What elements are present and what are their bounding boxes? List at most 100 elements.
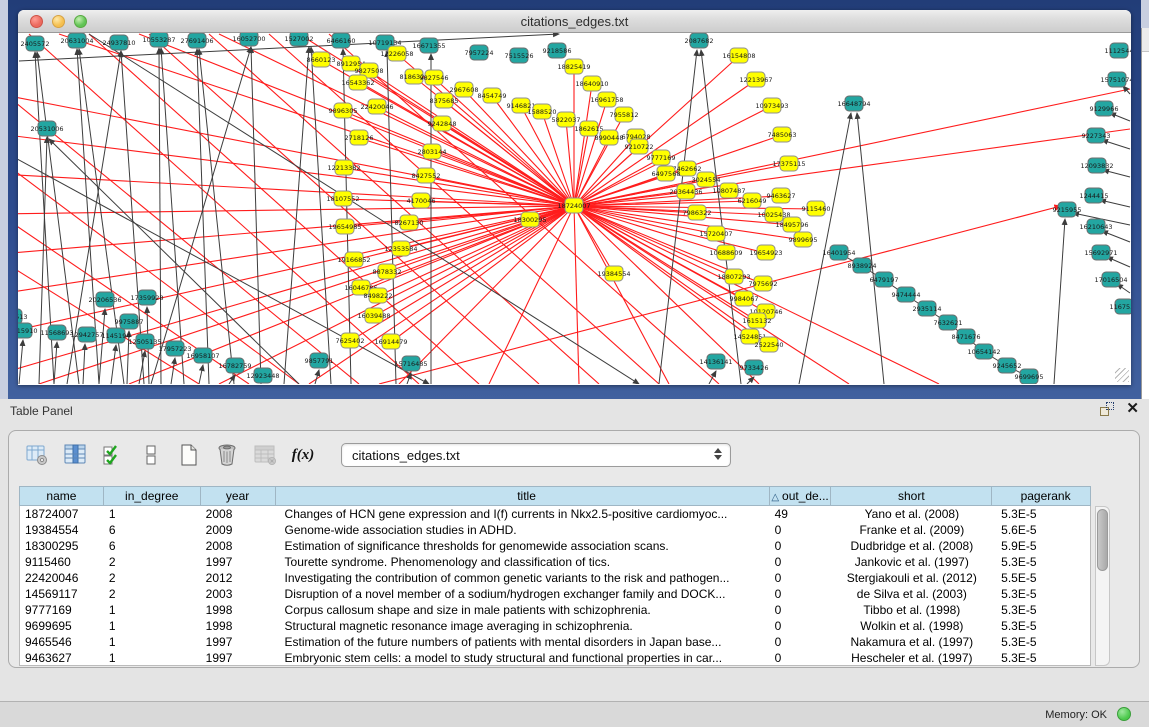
delete-column-button[interactable] xyxy=(213,441,241,469)
graph-node[interactable]: 8471676 xyxy=(952,329,981,344)
graph-node[interactable]: 16052700 xyxy=(232,33,265,46)
window-titlebar[interactable]: citations_edges.txt xyxy=(18,10,1131,33)
table-selector-combobox[interactable]: citations_edges.txt xyxy=(341,443,731,467)
graph-node[interactable]: 12923448 xyxy=(246,368,279,383)
graph-node[interactable]: 1145194 xyxy=(102,328,131,343)
graph-node[interactable]: 20631004 xyxy=(60,33,93,48)
graph-node[interactable]: 9899695 xyxy=(789,232,818,247)
graph-node[interactable]: 8454749 xyxy=(478,88,507,103)
table-row[interactable]: 946554611997Estimation of the future num… xyxy=(20,634,1090,650)
graph-node[interactable]: 20531006 xyxy=(30,121,63,136)
vertical-scrollbar[interactable] xyxy=(1095,506,1110,666)
graph-node[interactable]: 7955812 xyxy=(610,107,639,122)
graph-node[interactable]: 11568693 xyxy=(40,325,73,340)
column-header-out-degree[interactable]: △out_de... xyxy=(770,487,832,505)
graph-node[interactable]: 19654923 xyxy=(749,245,782,260)
graph-node[interactable]: 9699695 xyxy=(1015,369,1044,384)
graph-node[interactable]: 7485063 xyxy=(768,127,797,142)
graph-node[interactable]: 9218586 xyxy=(543,43,572,58)
graph-node[interactable]: 9115460 xyxy=(802,201,831,216)
graph-node[interactable]: 9215955 xyxy=(1053,202,1082,217)
select-all-button[interactable] xyxy=(99,441,127,469)
column-header-name[interactable]: name xyxy=(20,487,104,505)
table-row[interactable]: 1456911722003Disruption of a novel membe… xyxy=(20,586,1090,602)
network-canvas[interactable]: 2405572206310042493781010553287276914061… xyxy=(18,33,1131,384)
column-header-year[interactable]: year xyxy=(201,487,276,505)
graph-node[interactable]: 15692971 xyxy=(1084,245,1117,260)
graph-node[interactable]: 12505135 xyxy=(128,334,161,349)
network-canvas-svg[interactable]: 2405572206310042493781010553287276914061… xyxy=(18,33,1131,384)
graph-node[interactable]: 2935114 xyxy=(913,301,942,316)
graph-node[interactable]: 1527002 xyxy=(285,33,314,46)
graph-node[interactable]: 8427552 xyxy=(412,168,441,183)
graph-node[interactable]: 18825419 xyxy=(557,59,590,74)
graph-node[interactable]: 3915910 xyxy=(18,323,37,338)
table-row[interactable]: 969969511998Structural magnetic resonanc… xyxy=(20,618,1090,634)
graph-node[interactable]: 14136141 xyxy=(699,354,732,369)
graph-node[interactable]: 12093832 xyxy=(1080,158,1113,173)
graph-node[interactable]: 16154808 xyxy=(722,48,755,63)
table-row[interactable]: 2242004622012Investigating the contribut… xyxy=(20,570,1090,586)
graph-node[interactable]: 9474444 xyxy=(892,287,921,302)
table-row[interactable]: 1830029562008Estimation of significance … xyxy=(20,538,1090,554)
resize-grip-icon[interactable] xyxy=(1115,368,1129,382)
graph-node[interactable]: 17016504 xyxy=(1094,272,1127,287)
graph-node[interactable]: 9463627 xyxy=(767,188,796,203)
graph-node[interactable]: 8267130 xyxy=(395,215,424,230)
column-header-pagerank[interactable]: pagerank xyxy=(992,487,1090,505)
graph-node[interactable]: 1167533 xyxy=(1110,299,1131,314)
graph-node[interactable]: 19166852 xyxy=(337,252,370,267)
table-settings-button[interactable] xyxy=(23,441,51,469)
delete-table-button-disabled[interactable] xyxy=(251,441,279,469)
graph-node[interactable]: 9227343 xyxy=(1082,128,1111,143)
table-body[interactable]: 1872400712008Changes of HCN gene express… xyxy=(19,506,1091,666)
new-column-button[interactable] xyxy=(175,441,203,469)
graph-node[interactable]: 2087682 xyxy=(685,33,714,48)
graph-node[interactable]: 10553287 xyxy=(142,33,175,47)
graph-node[interactable]: 18640910 xyxy=(575,76,608,91)
graph-node[interactable]: 10973493 xyxy=(755,98,788,113)
scrollbar-thumb[interactable] xyxy=(1097,509,1108,571)
graph-node[interactable]: 9733426 xyxy=(740,360,769,375)
graph-node[interactable]: 12213382 xyxy=(327,160,360,175)
table-row[interactable]: 1872400712008Changes of HCN gene express… xyxy=(20,506,1090,522)
graph-node[interactable]: 2967608 xyxy=(450,82,479,97)
graph-node[interactable]: 19654985 xyxy=(328,219,361,234)
table-row[interactable]: 977716911998Corpus callosum shape and si… xyxy=(20,602,1090,618)
graph-node[interactable]: 27691406 xyxy=(180,33,213,48)
graph-node[interactable]: 1112544 xyxy=(1105,43,1131,58)
graph-node[interactable]: 8375685 xyxy=(430,93,459,108)
table-row[interactable]: 911546021997Tourette syndrome. Phenomeno… xyxy=(20,554,1090,570)
graph-node[interactable]: 16961758 xyxy=(590,92,623,107)
graph-node[interactable]: 7632621 xyxy=(934,315,963,330)
graph-node[interactable]: 7975692 xyxy=(749,276,778,291)
graph-node[interactable]: 15716485 xyxy=(394,356,427,371)
combobox-stepper-icon[interactable] xyxy=(714,448,722,460)
graph-node[interactable]: 9129966 xyxy=(1090,101,1119,116)
table-row[interactable]: 1938455462009Genome-wide association stu… xyxy=(20,522,1090,538)
graph-node[interactable]: 2718126 xyxy=(345,130,374,145)
graph-node[interactable]: 16210643 xyxy=(1079,219,1112,234)
table-row[interactable]: 946362711997Embryonic stem cells: a mode… xyxy=(20,650,1090,666)
graph-node[interactable]: 24937810 xyxy=(102,35,135,50)
unselect-all-button[interactable] xyxy=(137,441,165,469)
graph-node[interactable]: 18807293 xyxy=(717,269,750,284)
graph-node[interactable]: 12353584 xyxy=(384,241,417,256)
graph-node[interactable]: 10654142 xyxy=(967,344,1000,359)
graph-node[interactable]: 1350513 xyxy=(18,309,27,324)
close-panel-icon[interactable]: ✕ xyxy=(1126,402,1139,416)
graph-node[interactable]: 12213967 xyxy=(739,72,772,87)
graph-node[interactable]: 7957224 xyxy=(465,45,494,60)
graph-node[interactable]: 16401954 xyxy=(822,245,855,260)
function-builder-button[interactable]: f(x) xyxy=(289,441,317,469)
graph-node[interactable]: 15751074 xyxy=(1100,72,1131,87)
graph-node[interactable]: 17359928 xyxy=(130,290,163,305)
graph-node[interactable]: 7515526 xyxy=(505,48,534,63)
column-header-short[interactable]: short xyxy=(831,487,992,505)
select-column-button[interactable] xyxy=(61,441,89,469)
graph-node[interactable]: 16648794 xyxy=(837,96,870,111)
graph-node[interactable]: 6216049 xyxy=(738,193,767,208)
float-panel-icon[interactable] xyxy=(1100,402,1114,416)
column-header-in-degree[interactable]: in_degree xyxy=(104,487,201,505)
column-header-title[interactable]: title xyxy=(276,487,770,505)
